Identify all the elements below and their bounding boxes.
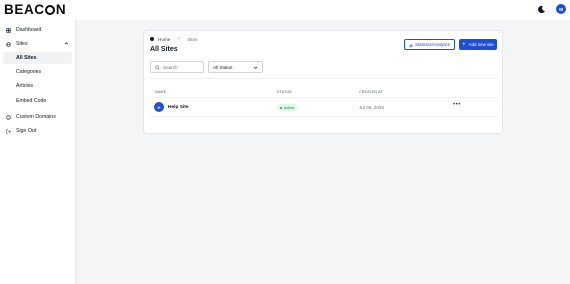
- breadcrumb: Home > Sites: [150, 36, 197, 42]
- sidebar-item-dashboard[interactable]: Dashboard: [3, 24, 72, 36]
- sidebar-item-sites[interactable]: Sites: [3, 38, 72, 50]
- sidebar: Dashboard Sites All Sites Categories Art…: [0, 20, 76, 284]
- moon-icon[interactable]: [537, 5, 546, 14]
- site-name[interactable]: Help Site: [168, 105, 189, 110]
- home-icon: [150, 37, 154, 41]
- search-placeholder: Search: [163, 64, 178, 70]
- chevron-up-icon[interactable]: [64, 41, 69, 46]
- sidebar-item-label: Sites: [16, 41, 28, 47]
- sidebar-item-categories[interactable]: Categories: [3, 66, 72, 78]
- sidebar-item-label: Embed Code: [16, 98, 47, 104]
- sidebar-item-embed-code[interactable]: Embed Code: [3, 95, 72, 107]
- search-icon: [155, 64, 160, 70]
- add-new-site-label: Add new site: [468, 42, 494, 47]
- sidebar-item-label: Custom Domains: [16, 114, 56, 120]
- sidebar-item-custom-domains[interactable]: Custom Domains: [3, 111, 72, 123]
- breadcrumb-current: Sites: [187, 36, 198, 42]
- breadcrumb-home[interactable]: Home: [158, 37, 170, 42]
- status-badge-label: Active: [284, 105, 295, 110]
- sidebar-item-label: Dashboard: [16, 27, 42, 33]
- sidebar-item-all-sites[interactable]: All Sites: [3, 52, 72, 64]
- sign-out-icon: [6, 128, 11, 134]
- more-options-icon[interactable]: •••: [453, 102, 461, 108]
- grid-icon: [6, 27, 11, 33]
- column-header-name: NAME: [155, 90, 167, 94]
- column-header-status: STATUS: [277, 90, 292, 94]
- sidebar-item-articles[interactable]: Articles: [3, 80, 72, 92]
- status-filter-value: All Status: [213, 64, 233, 70]
- plus-icon: +: [462, 41, 466, 48]
- add-new-site-button[interactable]: + Add new site: [459, 39, 497, 50]
- search-input[interactable]: Search: [150, 61, 204, 73]
- sidebar-item-label: Articles: [16, 83, 34, 89]
- divider: [150, 97, 498, 98]
- divider: [150, 116, 498, 117]
- beacon-logo[interactable]: BEAC N: [4, 2, 66, 17]
- divider: [150, 78, 498, 79]
- sidebar-item-label: Categories: [16, 69, 42, 75]
- statistics-analytics-label: Statistics/Analytics: [415, 42, 450, 47]
- domain-globe-icon: [6, 114, 11, 120]
- user-avatar[interactable]: W: [556, 4, 566, 14]
- sidebar-item-label: All Sites: [16, 55, 37, 61]
- statistics-analytics-button[interactable]: Statistics/Analytics: [404, 39, 455, 50]
- sidebar-item-sign-out[interactable]: Sign Out: [3, 125, 72, 137]
- chevron-down-icon: [253, 66, 258, 69]
- top-bar: BEAC N W: [0, 0, 570, 20]
- sites-card: Home > Sites All Sites Statistics/Analyt…: [143, 30, 503, 134]
- status-filter-select[interactable]: All Status: [208, 61, 263, 73]
- site-avatar: H: [154, 102, 164, 112]
- breadcrumb-separator: >: [177, 36, 181, 42]
- globe-icon: [6, 41, 11, 47]
- column-header-created-at: CREATED AT: [359, 90, 384, 94]
- sidebar-item-label: Sign Out: [16, 128, 37, 134]
- bar-chart-icon: [409, 43, 413, 47]
- logo-o-ring: [45, 5, 56, 15]
- created-at-value: Jul 06, 2025: [359, 105, 385, 110]
- status-dot-icon: [280, 106, 282, 109]
- status-badge: Active: [277, 104, 298, 111]
- page-title: All Sites: [150, 46, 178, 53]
